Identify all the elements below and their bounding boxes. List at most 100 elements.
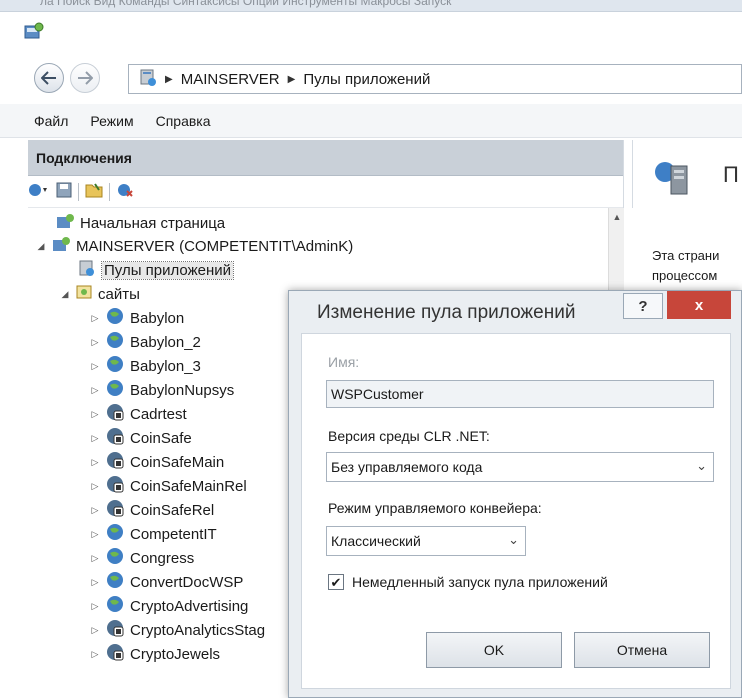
autostart-label: Немедленный запуск пула приложений: [352, 574, 608, 590]
iis-manager-icon: [24, 22, 44, 43]
breadcrumb-app-pools[interactable]: Пулы приложений: [303, 71, 430, 88]
tree-node-server[interactable]: ◢ MAINSERVER (COMPETENTIT\AdminK): [36, 235, 353, 257]
address-breadcrumb[interactable]: ▶ MAINSERVER ▶ Пулы приложений: [128, 64, 742, 94]
tree-node-app-pools[interactable]: Пулы приложений: [78, 259, 235, 281]
tree-node-site[interactable]: ▷ Congress: [90, 547, 194, 569]
menu-file[interactable]: Файл: [34, 113, 68, 129]
expand-arrow-icon[interactable]: ▷: [90, 553, 100, 564]
tree-label: CoinSafe: [130, 429, 192, 447]
stopped-site-icon: [106, 403, 124, 425]
server-icon: [139, 68, 157, 90]
expand-arrow-icon[interactable]: ▷: [90, 457, 100, 468]
tree-node-site[interactable]: ▷ CoinSafeRel: [90, 499, 214, 521]
tree-node-site[interactable]: ▷ CompetentIT: [90, 523, 217, 545]
clr-version-select[interactable]: Без управляемого кода ⌄: [326, 452, 714, 482]
breadcrumb-server[interactable]: MAINSERVER: [181, 71, 280, 88]
tree-label: CryptoAdvertising: [130, 597, 249, 615]
autostart-checkbox[interactable]: ✔: [328, 574, 344, 590]
close-button[interactable]: x: [667, 291, 731, 319]
features-header: П: [632, 140, 742, 208]
features-description-line: процессом: [652, 268, 718, 283]
connections-header: Подключения: [28, 140, 623, 176]
expand-arrow-icon[interactable]: ▷: [90, 409, 100, 420]
tree-node-site[interactable]: ▷ CryptoAnalyticsStag: [90, 619, 265, 641]
expand-arrow-icon[interactable]: ▷: [90, 361, 100, 372]
breadcrumb-separator-icon: ▶: [165, 73, 173, 85]
tree-node-site[interactable]: ▷ CoinSafeMain: [90, 451, 224, 473]
tree-label: CompetentIT: [130, 525, 217, 543]
tree-node-site[interactable]: ▷ CoinSafe: [90, 427, 192, 449]
arrow-left-icon: [41, 71, 56, 85]
tree-node-site[interactable]: ▷ BabylonNupsys: [90, 379, 234, 401]
tree-label: CryptoAnalyticsStag: [130, 621, 266, 639]
tree-node-site[interactable]: ▷ Babylon_2: [90, 331, 201, 353]
name-label: Имя:: [328, 354, 360, 370]
expand-arrow-icon[interactable]: ▷: [90, 313, 100, 324]
autostart-option[interactable]: ✔ Немедленный запуск пула приложений: [328, 574, 608, 590]
menu-bar: Файл Режим Справка: [0, 104, 742, 138]
features-title: П: [723, 162, 739, 187]
tree-node-site[interactable]: ▷ ConvertDocWSP: [90, 571, 243, 593]
tree-node-start-page[interactable]: Начальная страница: [56, 212, 225, 234]
expand-arrow-icon[interactable]: ▷: [90, 601, 100, 612]
dialog-titlebar[interactable]: Изменение пула приложений ? x: [289, 291, 741, 335]
stopped-site-icon: [106, 475, 124, 497]
expand-arrow-icon[interactable]: ▷: [90, 649, 100, 660]
features-description: Эта страни процессом: [652, 246, 742, 286]
tree-node-site[interactable]: ▷ CoinSafeMainRel: [90, 475, 247, 497]
clr-version-value: Без управляемого кода: [331, 459, 483, 475]
ok-button[interactable]: OK: [426, 632, 562, 668]
pipeline-mode-select[interactable]: Классический ⌄: [326, 526, 526, 556]
tree-label: ConvertDocWSP: [130, 573, 244, 591]
expand-arrow-icon[interactable]: ▷: [90, 337, 100, 348]
tree-node-site[interactable]: ▷ Cadrtest: [90, 403, 187, 425]
edit-app-pool-dialog: Изменение пула приложений ? x Имя: WSPCu…: [288, 290, 742, 698]
tree-node-sites[interactable]: ◢ сайты: [60, 283, 140, 305]
expand-arrow-icon[interactable]: ▷: [90, 529, 100, 540]
menu-help[interactable]: Справка: [156, 113, 211, 129]
expand-arrow-icon[interactable]: ▷: [90, 577, 100, 588]
folder-icon[interactable]: [85, 182, 103, 201]
name-field[interactable]: WSPCustomer: [326, 380, 714, 408]
forward-button[interactable]: [70, 63, 100, 93]
breadcrumb-separator-icon: ▶: [287, 73, 296, 85]
tree-label: Babylon: [130, 309, 185, 327]
tree-label: Babylon_3: [130, 357, 201, 375]
back-button[interactable]: [34, 63, 64, 93]
help-button[interactable]: ?: [623, 293, 663, 319]
collapse-arrow-icon[interactable]: ◢: [36, 241, 46, 252]
tree-label: Babylon_2: [130, 333, 201, 351]
scroll-up-icon[interactable]: ▲: [609, 208, 625, 226]
tree-label: CoinSafeMainRel: [130, 477, 247, 495]
toolbar-separator: [78, 182, 79, 201]
cancel-button[interactable]: Отмена: [574, 632, 710, 668]
expand-arrow-icon[interactable]: ▷: [90, 505, 100, 516]
menu-view[interactable]: Режим: [90, 113, 133, 129]
expand-arrow-icon[interactable]: ▷: [90, 433, 100, 444]
tree-label: CryptoJewels: [130, 645, 221, 663]
globe-icon: [106, 307, 124, 329]
clr-version-label: Версия среды CLR .NET:: [328, 428, 490, 444]
tree-node-site[interactable]: ▷ Babylon: [90, 307, 184, 329]
chevron-down-icon: ⌄: [508, 532, 519, 547]
dialog-title: Изменение пула приложений: [317, 302, 576, 323]
expand-arrow-icon[interactable]: ▷: [90, 385, 100, 396]
tree-label: MAINSERVER (COMPETENTIT\AdminK): [76, 237, 354, 255]
globe-icon: [106, 355, 124, 377]
connections-toolbar: [28, 176, 623, 208]
tree-node-site[interactable]: ▷ CryptoJewels: [90, 643, 220, 665]
tree-label: Cadrtest: [130, 405, 187, 423]
stopped-site-icon: [106, 643, 124, 665]
tree-node-site[interactable]: ▷ Babylon_3: [90, 355, 201, 377]
toolbar-separator: [109, 182, 110, 201]
tree-node-site[interactable]: ▷ CryptoAdvertising: [90, 595, 248, 617]
pipeline-mode-label: Режим управляемого конвейера:: [328, 500, 542, 516]
expand-arrow-icon[interactable]: ▷: [90, 625, 100, 636]
disconnect-icon[interactable]: [116, 182, 134, 201]
tree-label: CoinSafeMain: [130, 453, 225, 471]
expand-arrow-icon[interactable]: ▷: [90, 481, 100, 492]
connect-icon[interactable]: [28, 182, 50, 201]
collapse-arrow-icon[interactable]: ◢: [60, 289, 70, 300]
stopped-site-icon: [106, 451, 124, 473]
save-icon[interactable]: [56, 182, 72, 201]
